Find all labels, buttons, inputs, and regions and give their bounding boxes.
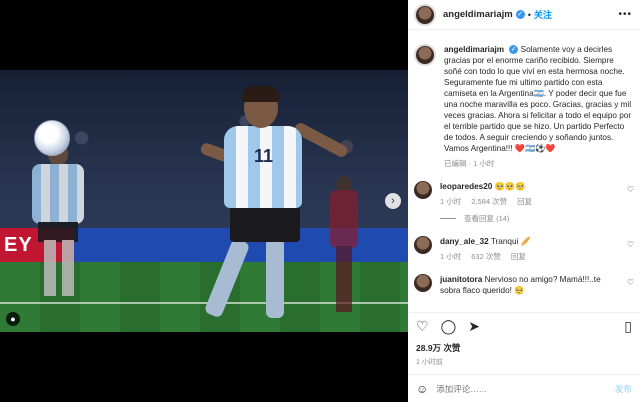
heart-icon[interactable]: ♡ [627, 278, 634, 287]
caption-meta: 已编辑 · 1 小时 [444, 159, 495, 168]
comment-time: 1 小时 [440, 252, 462, 261]
post-panel: angeldimariajm ✓ • 关注 ••• angeldimariajm… [408, 0, 640, 402]
avatar[interactable] [414, 44, 436, 66]
comment-likes[interactable]: 2,584 次赞 [471, 196, 507, 207]
more-horizontal-icon[interactable]: ••• [618, 9, 632, 20]
verified-icon: ✓ [509, 45, 519, 55]
view-replies-label[interactable]: 查看回复 (14) [464, 213, 509, 224]
post-photo[interactable]: EY 11 [0, 70, 408, 332]
avatar[interactable] [414, 236, 432, 254]
comments-list[interactable]: angeldimariajm ✓ Solamente voy a decirle… [408, 38, 640, 310]
comment-item: dany_ale_32 Tranqui 🥖 1 小时 632 次赞 回复 ♡ [408, 236, 640, 262]
heart-icon[interactable]: ♡ [627, 240, 634, 249]
heart-icon[interactable]: ♡ [416, 318, 429, 335]
reply-button[interactable]: 回复 [517, 196, 532, 207]
main-player: 11 [196, 86, 350, 328]
opponent-player [326, 176, 362, 326]
caption-text: Solamente voy a decirles gracias por el … [444, 45, 632, 153]
background-player [26, 142, 90, 302]
comment-text: 🥺🥺🥺 [494, 182, 526, 191]
caption-username[interactable]: angeldimariajm [444, 45, 504, 54]
add-comment-bar: ☺ 发布 [408, 374, 640, 402]
post-caption: angeldimariajm ✓ Solamente voy a decirle… [408, 38, 640, 169]
post-time: 1 小时前 [416, 359, 443, 366]
comment-item: juanitotora Nervioso no amigo? Mamá!!!..… [408, 274, 640, 296]
likes-count[interactable]: 28.9万 次赞 [416, 342, 460, 354]
comment-username[interactable]: dany_ale_32 [440, 237, 489, 246]
media-viewer: EY 11 › ● [0, 0, 408, 402]
post-comment-button[interactable]: 发布 [615, 383, 632, 395]
follow-button[interactable]: 关注 [534, 8, 552, 21]
comment-time: 1 小时 [440, 197, 462, 206]
header-separator: • [527, 9, 531, 20]
comment-username[interactable]: juanitotora [440, 275, 482, 284]
action-bar: ♡ ◯ ➤ ▯ [408, 312, 640, 340]
comment-likes[interactable]: 632 次赞 [471, 251, 501, 262]
heart-icon[interactable]: ♡ [627, 185, 634, 194]
emoji-icon[interactable]: ☺ [416, 382, 428, 396]
player-number: 11 [254, 146, 274, 166]
avatar[interactable] [414, 274, 432, 292]
reply-button[interactable]: 回复 [511, 251, 526, 262]
avatar[interactable] [414, 3, 436, 26]
avatar[interactable] [414, 181, 432, 199]
football [34, 120, 70, 156]
comment-text: Tranqui 🥖 [490, 237, 531, 246]
user-tag-icon[interactable]: ● [6, 312, 20, 326]
bookmark-icon[interactable]: ▯ [624, 318, 632, 335]
comment-item: leoparedes20 🥺🥺🥺 1 小时 2,584 次赞 回复 ♡ [408, 181, 640, 207]
comment-input[interactable] [436, 383, 587, 394]
chevron-right-icon[interactable]: › [385, 193, 401, 209]
comment-username[interactable]: leoparedes20 [440, 182, 492, 191]
post-header: angeldimariajm ✓ • 关注 ••• [408, 0, 640, 30]
post-username[interactable]: angeldimariajm [443, 9, 513, 20]
verified-icon: ✓ [515, 10, 525, 19]
divider [440, 218, 456, 219]
comment-icon[interactable]: ◯ [441, 318, 457, 335]
share-icon[interactable]: ➤ [468, 318, 480, 335]
view-replies-button[interactable]: 查看回复 (14) [440, 213, 640, 224]
